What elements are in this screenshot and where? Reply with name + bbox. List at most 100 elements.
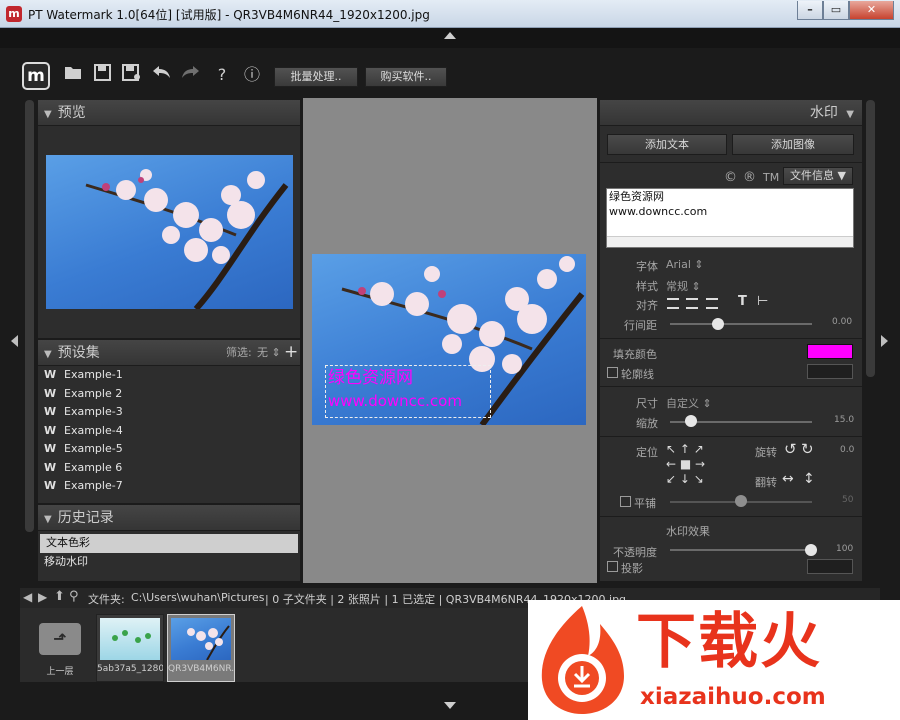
- align-left-icon[interactable]: [667, 298, 679, 309]
- rotate-label: 旋转: [755, 446, 777, 459]
- align-right-icon[interactable]: [706, 298, 718, 309]
- watermark-header[interactable]: 水印 ▼: [600, 100, 862, 126]
- preset-item[interactable]: W Example 6: [38, 461, 300, 480]
- flip-horizontal-icon[interactable]: ↔: [782, 471, 794, 487]
- photo-thumb[interactable]: 5ab37a5_1280...: [96, 614, 164, 682]
- add-text-button[interactable]: 添加文本: [607, 134, 727, 155]
- right-panel-arrow-icon[interactable]: [881, 335, 888, 347]
- file-info-dropdown[interactable]: 文件信息 ▼: [783, 167, 853, 185]
- copyright-symbol-icon[interactable]: ©: [724, 170, 737, 185]
- opacity-slider[interactable]: [670, 549, 812, 551]
- fill-color-swatch[interactable]: [807, 344, 853, 359]
- top-collapse-strip: [0, 28, 900, 48]
- redo-icon[interactable]: [180, 64, 202, 86]
- forward-arrow-icon[interactable]: ▶: [38, 590, 47, 604]
- minimize-button[interactable]: –: [797, 1, 823, 20]
- left-panel-arrow-icon[interactable]: [11, 335, 18, 347]
- history-title: 历史记录: [57, 510, 114, 526]
- line-spacing-knob[interactable]: [712, 318, 724, 330]
- line-spacing-slider[interactable]: [670, 323, 812, 325]
- style-label: 样式: [636, 280, 658, 293]
- canvas-area[interactable]: 绿色资源网 www.downcc.com: [303, 98, 597, 583]
- close-button[interactable]: ✕: [849, 1, 894, 20]
- text-width-icon[interactable]: ⊢: [757, 294, 768, 309]
- effects-title: 水印效果: [666, 525, 710, 538]
- flip-vertical-icon[interactable]: ↕: [803, 471, 815, 487]
- registered-symbol-icon[interactable]: ®: [743, 170, 756, 185]
- filter-select[interactable]: 无 ⇕: [257, 340, 281, 366]
- font-label: 字体: [636, 260, 658, 273]
- up-folder-icon[interactable]: ⬆: [54, 589, 65, 604]
- outline-checkbox[interactable]: [607, 367, 618, 378]
- app-logo[interactable]: m: [22, 62, 50, 90]
- parent-folder-thumb[interactable]: ⬏ 上一层: [26, 614, 94, 682]
- window-title: PT Watermark 1.0[64位] [试用版] - QR3VB4M6NR…: [28, 8, 430, 22]
- tile-checkbox[interactable]: [620, 496, 631, 507]
- preset-item[interactable]: W Example-4: [38, 424, 300, 443]
- position-bottom-row[interactable]: ↙ ↓ ↘: [666, 472, 712, 487]
- batch-process-button[interactable]: 批量处理..: [274, 67, 358, 87]
- buy-software-button[interactable]: 购买软件..: [365, 67, 447, 87]
- collapse-down-arrow-icon[interactable]: [444, 702, 456, 709]
- shadow-checkbox[interactable]: [607, 561, 618, 572]
- text-direction-icon[interactable]: T: [738, 294, 747, 309]
- opacity-knob[interactable]: [805, 544, 817, 556]
- presets-header[interactable]: ▼ 预设集 筛选: 无 ⇕ +: [38, 340, 300, 366]
- history-item-selected[interactable]: 文本色彩: [40, 534, 298, 553]
- filter-label: 筛选:: [226, 346, 252, 359]
- preset-item[interactable]: W Example-1: [38, 368, 300, 387]
- rotate-cw-icon[interactable]: ↻: [801, 440, 814, 458]
- maximize-button[interactable]: ▭: [823, 1, 849, 20]
- position-top-row[interactable]: ↖ ↑ ↗: [666, 442, 712, 457]
- style-select[interactable]: 常规 ⇕: [666, 278, 701, 294]
- tile-label: 平铺: [634, 497, 656, 510]
- save-as-icon[interactable]: [120, 64, 142, 86]
- left-scrollbar[interactable]: [25, 100, 34, 532]
- preset-item[interactable]: W Example-7: [38, 479, 300, 498]
- photo-thumb-selected[interactable]: QR3VB4M6NR...: [167, 614, 235, 682]
- outline-color-swatch[interactable]: [807, 364, 853, 379]
- rotate-ccw-icon[interactable]: ↺: [784, 440, 797, 458]
- undo-icon[interactable]: [150, 64, 172, 86]
- ad-url-text: xiazaihuo.com: [640, 684, 826, 710]
- folder-icon[interactable]: [62, 64, 84, 86]
- site-watermark-logo: 下载火 xiazaihuo.com: [528, 600, 900, 720]
- collapse-up-arrow-icon[interactable]: [444, 32, 456, 39]
- history-item[interactable]: 移动水印: [38, 553, 300, 572]
- position-grid[interactable]: ↖ ↑ ↗ ← ■ → ↙ ↓ ↘: [666, 442, 712, 488]
- preset-item[interactable]: W Example 2: [38, 387, 300, 406]
- tile-value: 50: [842, 495, 854, 505]
- align-label: 对齐: [636, 299, 658, 312]
- add-image-button[interactable]: 添加图像: [732, 134, 854, 155]
- font-select[interactable]: Arial ⇕: [666, 258, 704, 271]
- watermark-text-line: 绿色资源网: [328, 368, 413, 388]
- preview-title: 预览: [57, 105, 86, 121]
- collapse-triangle-icon: ▼: [846, 109, 854, 120]
- position-middle-row[interactable]: ← ■ →: [666, 457, 712, 472]
- watermark-text-editor[interactable]: 绿色资源网 www.downcc.com: [606, 188, 854, 248]
- save-icon[interactable]: [91, 64, 113, 86]
- help-icon[interactable]: ?: [211, 64, 233, 86]
- presets-title: 预设集: [57, 345, 100, 361]
- editor-scrollbar[interactable]: [607, 236, 853, 247]
- size-select[interactable]: 自定义 ⇕: [666, 395, 712, 411]
- position-label: 定位: [636, 446, 658, 459]
- watermark-selection-box[interactable]: 绿色资源网 www.downcc.com: [325, 365, 491, 418]
- back-arrow-icon[interactable]: ◀: [23, 590, 32, 604]
- preview-header[interactable]: ▼ 预览: [38, 100, 300, 126]
- search-icon[interactable]: ⚲: [69, 589, 79, 604]
- collapse-triangle-icon: ▼: [44, 514, 52, 525]
- info-icon[interactable]: ⓘ: [241, 64, 263, 86]
- add-preset-icon[interactable]: +: [284, 340, 298, 364]
- shadow-color-swatch[interactable]: [807, 559, 853, 574]
- preset-item[interactable]: W Example-5: [38, 442, 300, 461]
- right-scrollbar[interactable]: [866, 100, 875, 377]
- history-header[interactable]: ▼ 历史记录: [38, 505, 300, 531]
- trademark-symbol-icon[interactable]: TM: [763, 171, 779, 184]
- tile-knob[interactable]: [735, 495, 747, 507]
- align-center-icon[interactable]: [686, 298, 698, 309]
- scale-knob[interactable]: [685, 415, 697, 427]
- preset-item[interactable]: W Example-3: [38, 405, 300, 424]
- folder-path[interactable]: C:\Users\wuhan\Pictures: [131, 591, 265, 604]
- watermark-w-icon: W: [44, 405, 57, 418]
